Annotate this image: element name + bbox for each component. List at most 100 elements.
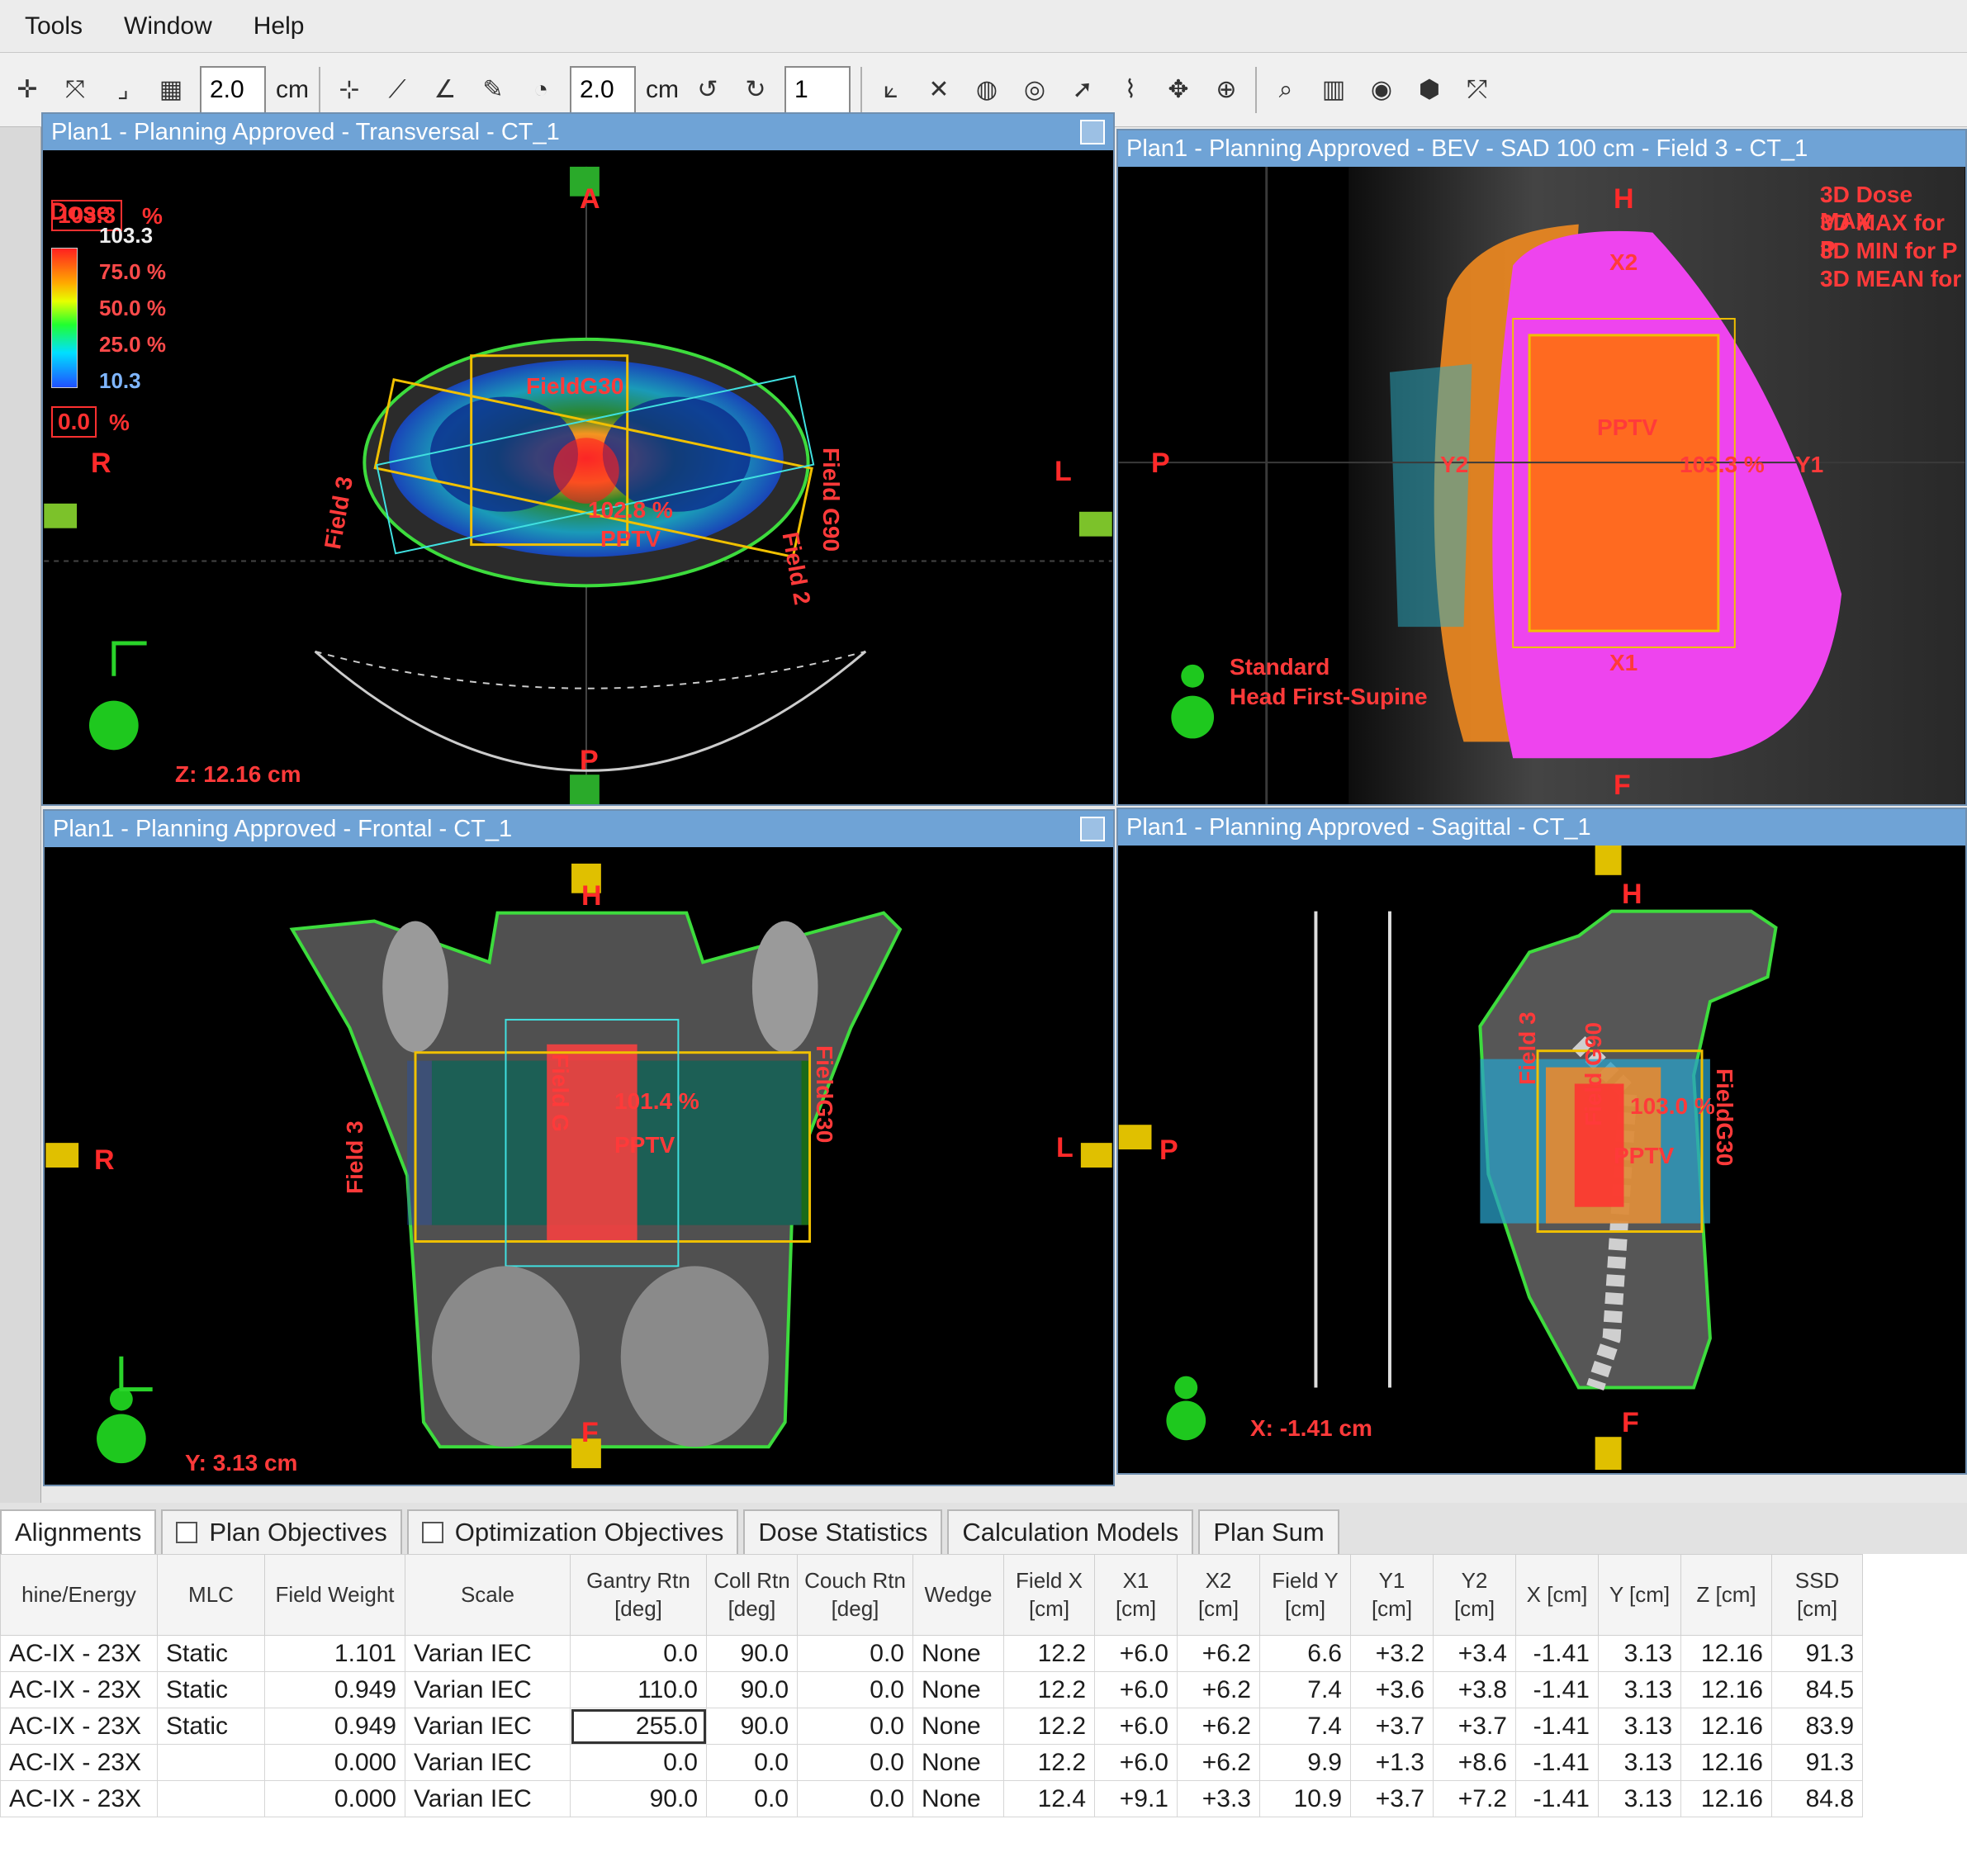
col-z[interactable]: Z [cm] xyxy=(1680,1554,1772,1636)
table-cell[interactable]: Varian IEC xyxy=(405,1744,571,1781)
table-row[interactable]: AC-IX - 23X 0.000 Varian IEC 90.0 0.0 0.0 None… xyxy=(0,1780,1863,1817)
rotate-right-icon[interactable]: ↻ xyxy=(737,71,775,109)
brush-icon[interactable]: ⌇ xyxy=(1111,71,1149,109)
table-cell[interactable]: None xyxy=(912,1744,1004,1781)
circle-tool-icon[interactable]: ◔ xyxy=(522,71,560,109)
tab-optimization-objectives[interactable]: Optimization Objectives xyxy=(406,1509,739,1554)
col-mlc[interactable]: MLC xyxy=(157,1554,265,1636)
ruler-icon[interactable]: ⌟ xyxy=(104,71,142,109)
collimator-icon[interactable]: ◎ xyxy=(1016,71,1054,109)
table-cell[interactable]: 255.0 xyxy=(570,1708,707,1745)
table-cell[interactable]: -1.41 xyxy=(1515,1708,1599,1745)
table-cell[interactable]: +3.7 xyxy=(1350,1708,1434,1745)
table-cell[interactable] xyxy=(157,1780,265,1817)
table-cell[interactable]: Varian IEC xyxy=(405,1671,571,1708)
table-cell[interactable]: +6.0 xyxy=(1094,1671,1178,1708)
table-cell[interactable]: 12.4 xyxy=(1003,1780,1095,1817)
table-cell[interactable]: +6.2 xyxy=(1177,1708,1260,1745)
step-input[interactable]: 1 xyxy=(784,65,851,114)
table-cell[interactable]: None xyxy=(912,1780,1004,1817)
col-x[interactable]: X [cm] xyxy=(1515,1554,1599,1636)
col-gantry[interactable]: Gantry Rtn [deg] xyxy=(570,1554,707,1636)
table-cell[interactable]: +7.2 xyxy=(1433,1780,1516,1817)
table-cell[interactable]: +3.7 xyxy=(1350,1780,1434,1817)
col-scale[interactable]: Scale xyxy=(405,1554,571,1636)
table-cell[interactable]: 0.0 xyxy=(706,1744,798,1781)
table-cell[interactable]: 10.9 xyxy=(1259,1780,1351,1817)
table-cell[interactable]: Static xyxy=(157,1671,265,1708)
col-field-y[interactable]: Field Y [cm] xyxy=(1259,1554,1351,1636)
table-cell[interactable]: 84.8 xyxy=(1771,1780,1863,1817)
pointer-icon[interactable]: ➚ xyxy=(1064,71,1102,109)
table-cell[interactable]: 110.0 xyxy=(570,1671,707,1708)
col-field-weight[interactable]: Field Weight xyxy=(264,1554,405,1636)
table-cell[interactable]: Varian IEC xyxy=(405,1635,571,1672)
table-cell[interactable]: 3.13 xyxy=(1598,1671,1681,1708)
col-field-x[interactable]: Field X [cm] xyxy=(1003,1554,1095,1636)
table-cell[interactable]: Static xyxy=(157,1708,265,1745)
sphere-icon[interactable]: ◉ xyxy=(1363,71,1401,109)
dose-color-bar[interactable] xyxy=(51,248,78,388)
table-cell[interactable]: +3.3 xyxy=(1177,1780,1260,1817)
col-y1[interactable]: Y1 [cm] xyxy=(1350,1554,1434,1636)
table-cell[interactable]: 12.16 xyxy=(1680,1635,1772,1672)
frontal-image[interactable]: H F R L Field 3 FieldG30 Field G 101.4 %… xyxy=(45,847,1113,1485)
table-cell[interactable]: 0.0 xyxy=(797,1671,913,1708)
table-cell[interactable]: 84.5 xyxy=(1771,1671,1863,1708)
table-cell[interactable]: +6.0 xyxy=(1094,1744,1178,1781)
table-cell[interactable]: 12.16 xyxy=(1680,1744,1772,1781)
menu-window[interactable]: Window xyxy=(124,12,212,40)
table-cell[interactable]: 0.949 xyxy=(264,1671,405,1708)
tab-calculation-models[interactable]: Calculation Models xyxy=(947,1509,1194,1554)
table-row[interactable]: AC-IX - 23X Static 0.949 Varian IEC 110.0 90.… xyxy=(0,1671,1863,1708)
transversal-view[interactable]: Plan1 - Planning Approved - Transversal … xyxy=(41,112,1115,806)
transversal-image[interactable]: Dose 103.3 % 103.3 75.0 % 50.0 % 25.0 % … xyxy=(43,150,1113,804)
table-cell[interactable]: 91.3 xyxy=(1771,1744,1863,1781)
tab-dose-statistics[interactable]: Dose Statistics xyxy=(743,1509,943,1554)
table-cell[interactable]: -1.41 xyxy=(1515,1780,1599,1817)
table-cell[interactable]: +6.2 xyxy=(1177,1671,1260,1708)
maximize-icon[interactable] xyxy=(1080,817,1105,841)
table-cell[interactable]: 0.0 xyxy=(706,1780,798,1817)
pencil-icon[interactable]: ✎ xyxy=(474,71,512,109)
cross-lines-icon[interactable]: ✕ xyxy=(920,71,958,109)
table-cell[interactable]: None xyxy=(912,1635,1004,1672)
table-cell[interactable]: AC-IX - 23X xyxy=(0,1744,158,1781)
tab-plan-objectives[interactable]: Plan Objectives xyxy=(161,1509,402,1554)
table-cell[interactable]: -1.41 xyxy=(1515,1635,1599,1672)
dose-min-input[interactable]: 0.0 xyxy=(51,406,97,438)
table-row[interactable]: AC-IX - 23X Static 1.101 Varian IEC 0.0 90.0 0… xyxy=(0,1635,1863,1672)
table-cell[interactable]: -1.41 xyxy=(1515,1671,1599,1708)
col-y2[interactable]: Y2 [cm] xyxy=(1433,1554,1516,1636)
cube-icon[interactable]: ⬢ xyxy=(1410,71,1448,109)
table-cell[interactable]: +1.3 xyxy=(1350,1744,1434,1781)
col-x1[interactable]: X1 [cm] xyxy=(1094,1554,1178,1636)
bev-image[interactable]: 3D Dose MAX 3D MAX for P 3D MIN for P 3D… xyxy=(1118,167,1965,804)
sagittal-view[interactable]: Plan1 - Planning Approved - Sagittal - C… xyxy=(1116,808,1967,1475)
checkbox[interactable] xyxy=(421,1522,443,1543)
table-cell[interactable]: 0.0 xyxy=(797,1780,913,1817)
table-cell[interactable]: +3.8 xyxy=(1433,1671,1516,1708)
table-cell[interactable]: 3.13 xyxy=(1598,1780,1681,1817)
table-cell[interactable]: +3.7 xyxy=(1433,1708,1516,1745)
table-cell[interactable]: 90.0 xyxy=(706,1635,798,1672)
table-cell[interactable]: 12.16 xyxy=(1680,1780,1772,1817)
table-cell[interactable]: +9.1 xyxy=(1094,1780,1178,1817)
table-cell[interactable]: +6.0 xyxy=(1094,1708,1178,1745)
table-cell[interactable]: 0.0 xyxy=(797,1635,913,1672)
crosshair-icon[interactable]: ✛ xyxy=(8,71,46,109)
table-cell[interactable]: 12.2 xyxy=(1003,1744,1095,1781)
table-cell[interactable] xyxy=(157,1744,265,1781)
table-cell[interactable]: 3.13 xyxy=(1598,1708,1681,1745)
sagittal-image[interactable]: H F P Field 3 Field G90 FieldG30 103.0 %… xyxy=(1118,846,1965,1473)
measure-icon[interactable]: ⟋ xyxy=(378,71,416,109)
table-row[interactable]: AC-IX - 23X 0.000 Varian IEC 0.0 0.0 0.0 None 1… xyxy=(0,1744,1863,1781)
collapse-icon[interactable]: ⤧ xyxy=(56,71,94,109)
bev-view[interactable]: Plan1 - Planning Approved - BEV - SAD 10… xyxy=(1116,129,1967,806)
frontal-view[interactable]: Plan1 - Planning Approved - Frontal - CT… xyxy=(43,809,1115,1486)
col-energy[interactable]: hine/Energy xyxy=(0,1554,158,1636)
table-cell[interactable]: 12.2 xyxy=(1003,1708,1095,1745)
grid-size-input[interactable]: 2.0 xyxy=(200,65,266,114)
table-cell[interactable]: AC-IX - 23X xyxy=(0,1671,158,1708)
col-wedge[interactable]: Wedge xyxy=(912,1554,1004,1636)
